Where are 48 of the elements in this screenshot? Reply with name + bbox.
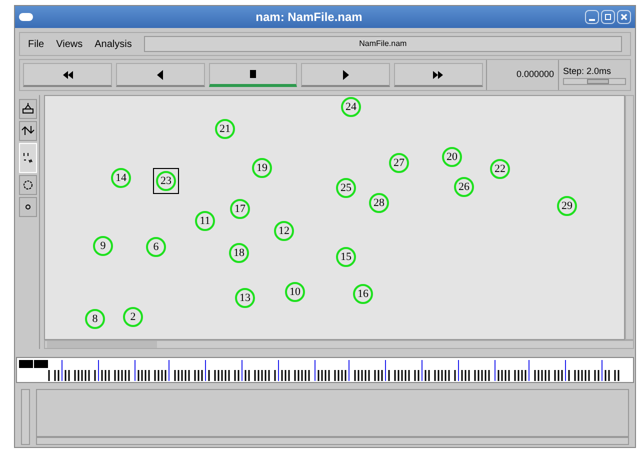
vertical-scrollbar[interactable]: [21, 389, 30, 445]
vertical-scrollbar[interactable]: [625, 95, 634, 340]
forward-button[interactable]: [394, 63, 483, 87]
network-node[interactable]: 21: [215, 119, 235, 139]
file-name-field: NamFile.nam: [144, 36, 622, 52]
close-icon[interactable]: [617, 10, 631, 24]
network-node[interactable]: 23: [156, 171, 176, 191]
maximize-icon[interactable]: [601, 10, 615, 24]
network-node[interactable]: 29: [557, 196, 577, 216]
network-node[interactable]: 20: [442, 147, 462, 167]
zoom-in-tool-button[interactable]: [18, 99, 36, 119]
circle-tool-button[interactable]: [18, 175, 36, 195]
network-node[interactable]: 17: [230, 199, 250, 219]
network-node[interactable]: 15: [336, 247, 356, 267]
step-slider[interactable]: [563, 78, 626, 86]
network-node[interactable]: 19: [252, 158, 272, 178]
network-node[interactable]: 22: [490, 159, 510, 179]
time-readout: 0.000000: [486, 60, 558, 90]
network-node[interactable]: 10: [285, 282, 305, 302]
menu-item[interactable]: Views: [56, 36, 83, 52]
network-node[interactable]: 13: [235, 288, 255, 308]
horizontal-scrollbar[interactable]: [36, 437, 629, 445]
minimize-icon[interactable]: [585, 10, 599, 24]
network-node[interactable]: 28: [369, 193, 389, 213]
stop-button[interactable]: [208, 63, 298, 87]
network-node[interactable]: 27: [389, 153, 409, 173]
network-node[interactable]: 14: [111, 168, 131, 188]
network-node[interactable]: 9: [93, 236, 113, 256]
step-label: Step: 2.0ms: [563, 64, 612, 78]
network-node[interactable]: 16: [353, 284, 373, 304]
window-menu-icon[interactable]: [19, 13, 33, 21]
network-node[interactable]: 8: [85, 309, 105, 329]
network-node[interactable]: 26: [454, 177, 474, 197]
network-node[interactable]: 12: [274, 221, 294, 241]
network-node[interactable]: 11: [195, 211, 215, 231]
network-node[interactable]: 18: [229, 243, 249, 263]
network-node[interactable]: 24: [341, 97, 361, 117]
network-node[interactable]: 6: [146, 237, 166, 257]
horizontal-scrollbar[interactable]: [44, 340, 634, 349]
zoom-out-tool-button[interactable]: [18, 121, 36, 141]
menu-item[interactable]: File: [28, 36, 44, 52]
menu-item[interactable]: Analysis: [94, 36, 132, 52]
rewind-button[interactable]: [23, 63, 112, 87]
view-tool-button[interactable]: [18, 143, 36, 173]
window-title: nam: NamFile.nam: [254, 9, 364, 26]
dot-tool-button[interactable]: [18, 197, 36, 217]
network-node[interactable]: 25: [336, 178, 356, 198]
network-node[interactable]: 2: [123, 307, 143, 327]
